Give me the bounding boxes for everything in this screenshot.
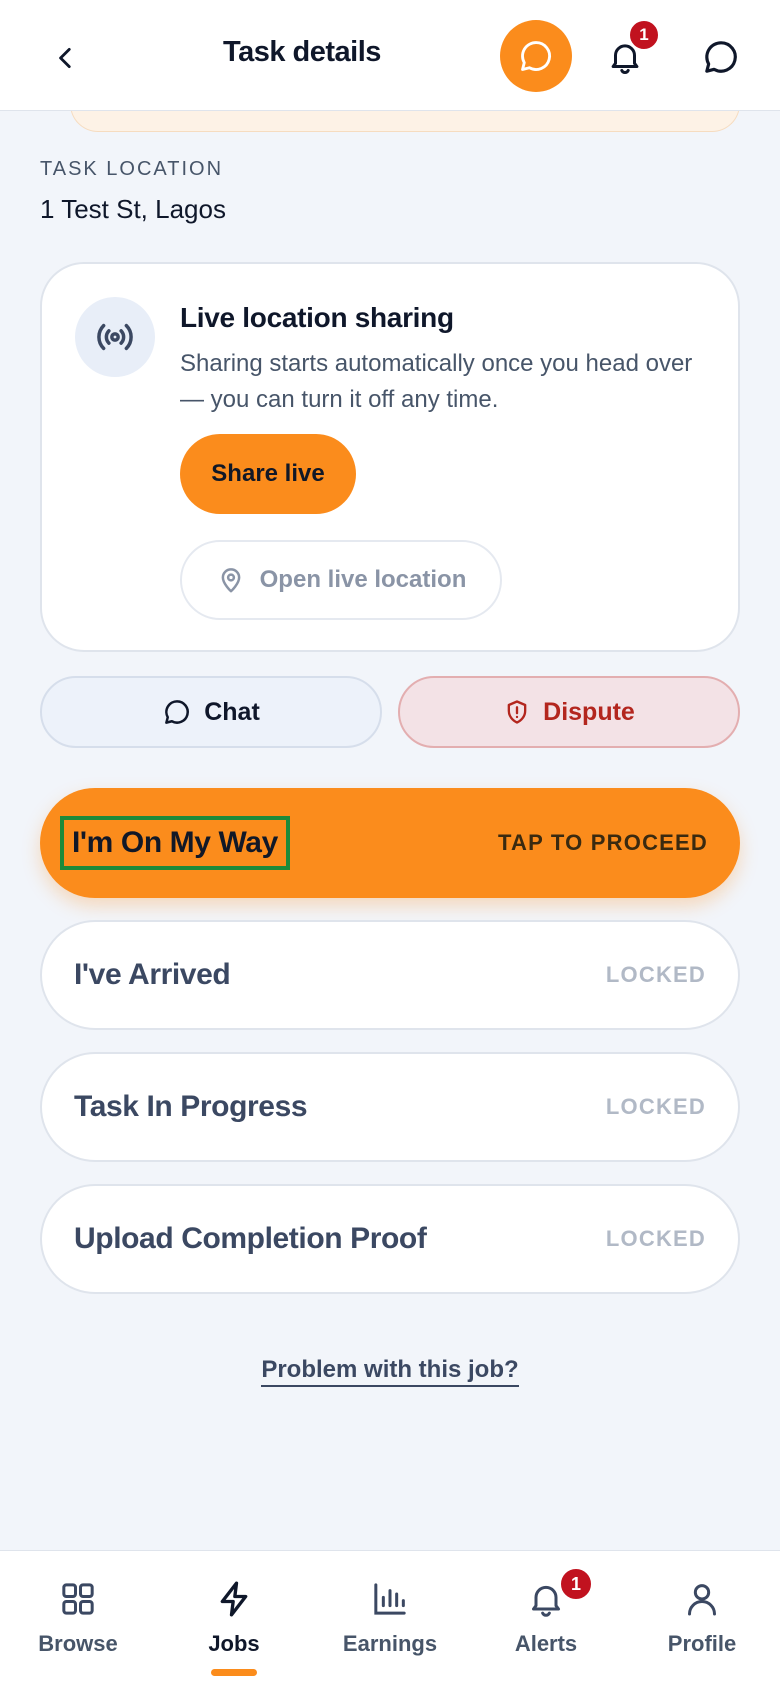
alerts-badge: 1 xyxy=(559,1567,593,1601)
nav-label: Browse xyxy=(38,1631,118,1656)
open-live-location-label: Open live location xyxy=(259,566,467,593)
step-status: LOCKED xyxy=(605,1094,706,1119)
bar-chart-icon xyxy=(368,1577,412,1621)
dispute-button-label: Dispute xyxy=(543,697,635,726)
support-chat-button[interactable] xyxy=(500,20,572,92)
messages-button[interactable] xyxy=(696,32,746,82)
problem-with-job-link[interactable]: Problem with this job? xyxy=(261,1356,519,1387)
chat-button[interactable]: Chat xyxy=(40,676,382,748)
live-sharing-description: Sharing starts automatically once you he… xyxy=(180,350,693,413)
share-live-button[interactable]: Share live xyxy=(180,434,356,514)
nav-label: Earnings xyxy=(342,1631,438,1656)
chat-button-label: Chat xyxy=(204,697,260,726)
nav-label: Jobs xyxy=(208,1631,260,1656)
step-arrived[interactable]: I've Arrived LOCKED xyxy=(40,920,740,1030)
nav-alerts[interactable]: Alerts 1 xyxy=(468,1551,624,1688)
step-label: Task In Progress xyxy=(74,1090,308,1123)
top-header: Task details 1 xyxy=(0,0,780,111)
task-location-label: TASK LOCATION xyxy=(40,158,224,180)
shield-alert-icon xyxy=(507,700,527,724)
dispute-button[interactable]: Dispute xyxy=(398,676,740,748)
problem-with-job-link-row: Problem with this job? xyxy=(0,1356,780,1387)
chat-bubble-icon xyxy=(165,700,190,724)
nav-profile[interactable]: Profile xyxy=(624,1551,780,1688)
message-icon xyxy=(705,41,737,73)
step-status: LOCKED xyxy=(605,1226,706,1251)
live-location-card: Live location sharing Sharing starts aut… xyxy=(40,262,740,652)
nav-label: Profile xyxy=(667,1631,737,1656)
step-on-my-way[interactable]: I'm On My Way TAP TO PROCEED xyxy=(40,788,740,898)
live-sharing-title: Live location sharing xyxy=(180,302,454,333)
step-upload-proof[interactable]: Upload Completion Proof LOCKED xyxy=(40,1184,740,1294)
nav-label: Alerts xyxy=(514,1631,578,1656)
step-label: Upload Completion Proof xyxy=(74,1222,427,1255)
nav-earnings[interactable]: Earnings xyxy=(312,1551,468,1688)
active-tab-indicator xyxy=(211,1669,257,1676)
bottom-navigation: Browse Jobs Earnings Alerts 1 Profile xyxy=(0,1550,780,1688)
map-pin-icon xyxy=(221,568,241,593)
chat-bubble-icon xyxy=(521,41,551,71)
step-status: LOCKED xyxy=(605,962,706,987)
nav-jobs[interactable]: Jobs xyxy=(156,1551,312,1688)
step-label: I've Arrived xyxy=(74,958,231,991)
step-status: TAP TO PROCEED xyxy=(498,830,708,855)
task-location-value: 1 Test St, Lagos xyxy=(40,194,226,224)
step-label: I'm On My Way xyxy=(60,816,290,870)
open-live-location-button[interactable]: Open live location xyxy=(180,540,502,620)
step-task-in-progress[interactable]: Task In Progress LOCKED xyxy=(40,1052,740,1162)
user-icon xyxy=(680,1577,724,1621)
notification-badge: 1 xyxy=(628,19,660,51)
grid-icon xyxy=(56,1577,100,1621)
broadcast-icon xyxy=(75,297,155,377)
lightning-icon xyxy=(212,1577,256,1621)
nav-browse[interactable]: Browse xyxy=(0,1551,156,1688)
